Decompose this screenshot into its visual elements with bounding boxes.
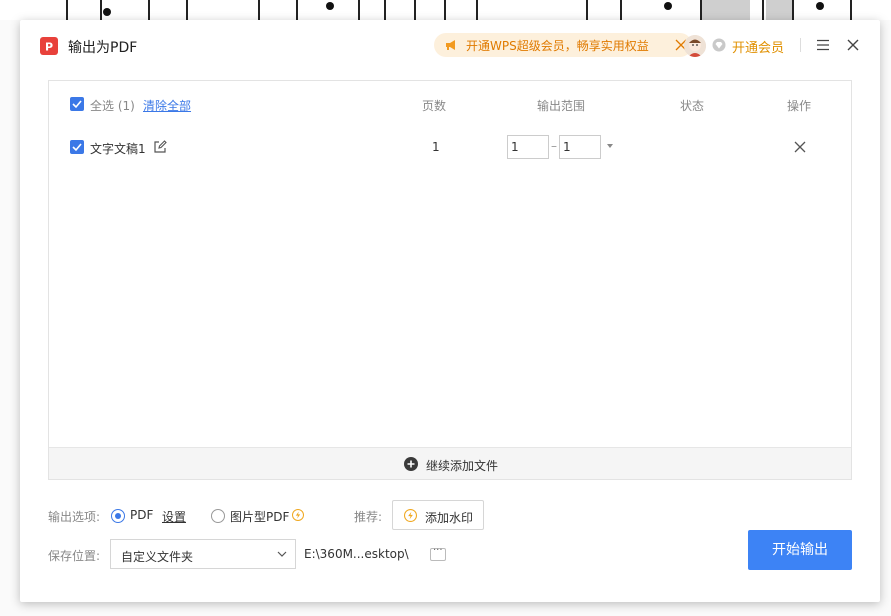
output-options-label: 输出选项: xyxy=(48,510,101,524)
file-list-panel: 全选 (1) 清除全部 页数 输出范围 状态 操作 文字文稿1 1 – xyxy=(48,80,852,480)
doc-line xyxy=(296,0,298,20)
export-pdf-dialog: P 输出为PDF 开通WPS超级会员，畅享实用权益 开通会员 全选 (1) 清除… xyxy=(20,20,880,602)
megaphone-icon xyxy=(446,40,455,50)
pdf-app-icon: P xyxy=(40,37,58,55)
add-more-files-button[interactable]: 继续添加文件 xyxy=(49,447,851,479)
save-path: E:\360M...esktop\ xyxy=(304,547,409,561)
range-dropdown-caret[interactable] xyxy=(607,144,613,148)
radio-image-pdf[interactable] xyxy=(211,509,225,523)
dialog-titlebar: P 输出为PDF 开通WPS超级会员，畅享实用权益 开通会员 xyxy=(20,20,880,70)
file-name: 文字文稿1 xyxy=(90,142,146,156)
select-all-label[interactable]: 全选 (1) xyxy=(90,97,135,114)
table-row: 文字文稿1 1 – xyxy=(49,125,851,169)
promo-text: 开通WPS超级会员，畅享实用权益 xyxy=(466,39,649,53)
chevron-down-icon xyxy=(277,551,287,557)
doc-dot xyxy=(326,2,334,10)
doc-dot xyxy=(664,2,672,10)
doc-line xyxy=(414,0,416,20)
range-to-input[interactable] xyxy=(559,135,601,159)
doc-line xyxy=(148,0,150,20)
doc-dot xyxy=(103,8,111,16)
column-status: 状态 xyxy=(680,99,705,113)
user-avatar[interactable] xyxy=(684,35,706,57)
radio-image-pdf-label[interactable]: 图片型PDF xyxy=(230,508,289,525)
menu-icon[interactable] xyxy=(816,39,830,51)
doc-line xyxy=(792,0,794,20)
vip-diamond-icon xyxy=(712,38,726,52)
edit-icon[interactable] xyxy=(153,140,167,154)
doc-line xyxy=(762,0,764,20)
open-vip-link[interactable]: 开通会员 xyxy=(732,37,784,56)
vip-coin-icon xyxy=(292,509,304,521)
file-page-count: 1 xyxy=(432,140,440,154)
plus-circle-icon xyxy=(404,457,418,471)
titlebar-divider xyxy=(800,38,801,52)
save-location-value: 自定义文件夹 xyxy=(121,550,194,564)
column-pages: 页数 xyxy=(422,99,447,113)
file-list-header: 全选 (1) 清除全部 页数 输出范围 状态 操作 xyxy=(49,81,851,125)
doc-line xyxy=(620,0,622,20)
save-location-label: 保存位置: xyxy=(48,549,101,563)
svg-text:P: P xyxy=(45,41,53,54)
range-from-input[interactable] xyxy=(507,135,549,159)
radio-pdf[interactable] xyxy=(111,509,125,523)
doc-line xyxy=(100,0,102,20)
doc-line xyxy=(258,0,260,20)
recommend-label: 推荐: xyxy=(354,510,383,524)
browse-folder-button[interactable]: ··· xyxy=(430,545,446,561)
doc-line xyxy=(358,0,360,20)
add-watermark-label: 添加水印 xyxy=(425,511,474,525)
column-actions: 操作 xyxy=(787,99,812,113)
doc-dot xyxy=(816,2,824,10)
select-all-checkbox[interactable] xyxy=(70,97,84,111)
doc-line xyxy=(476,0,478,20)
pdf-settings-link[interactable]: 设置 xyxy=(162,508,186,525)
doc-line xyxy=(384,0,386,20)
remove-file-icon[interactable] xyxy=(793,140,807,154)
doc-gray-block xyxy=(766,0,792,20)
doc-line xyxy=(850,0,852,20)
check-icon xyxy=(72,143,82,152)
doc-line xyxy=(186,0,188,20)
range-separator: – xyxy=(551,139,557,153)
doc-line xyxy=(444,0,446,20)
check-icon xyxy=(72,100,82,109)
radio-pdf-label[interactable]: PDF xyxy=(130,508,153,522)
close-icon[interactable] xyxy=(846,38,860,52)
doc-line xyxy=(66,0,68,20)
vip-coin-icon xyxy=(404,509,417,522)
add-watermark-button[interactable]: 添加水印 xyxy=(392,500,484,530)
vip-promo-banner[interactable]: 开通WPS超级会员，畅享实用权益 xyxy=(434,33,692,57)
row-checkbox[interactable] xyxy=(70,140,84,154)
browse-label: ··· xyxy=(433,545,443,556)
save-location-select[interactable]: 自定义文件夹 xyxy=(110,539,296,569)
add-more-label: 继续添加文件 xyxy=(426,459,499,473)
start-export-button[interactable]: 开始输出 xyxy=(748,530,852,570)
column-output-range: 输出范围 xyxy=(537,99,586,113)
doc-gray-block xyxy=(702,0,750,20)
clear-all-link[interactable]: 清除全部 xyxy=(143,97,191,114)
avatar-face-icon xyxy=(684,35,706,57)
doc-line xyxy=(586,0,588,20)
dialog-title: 输出为PDF xyxy=(68,40,138,56)
